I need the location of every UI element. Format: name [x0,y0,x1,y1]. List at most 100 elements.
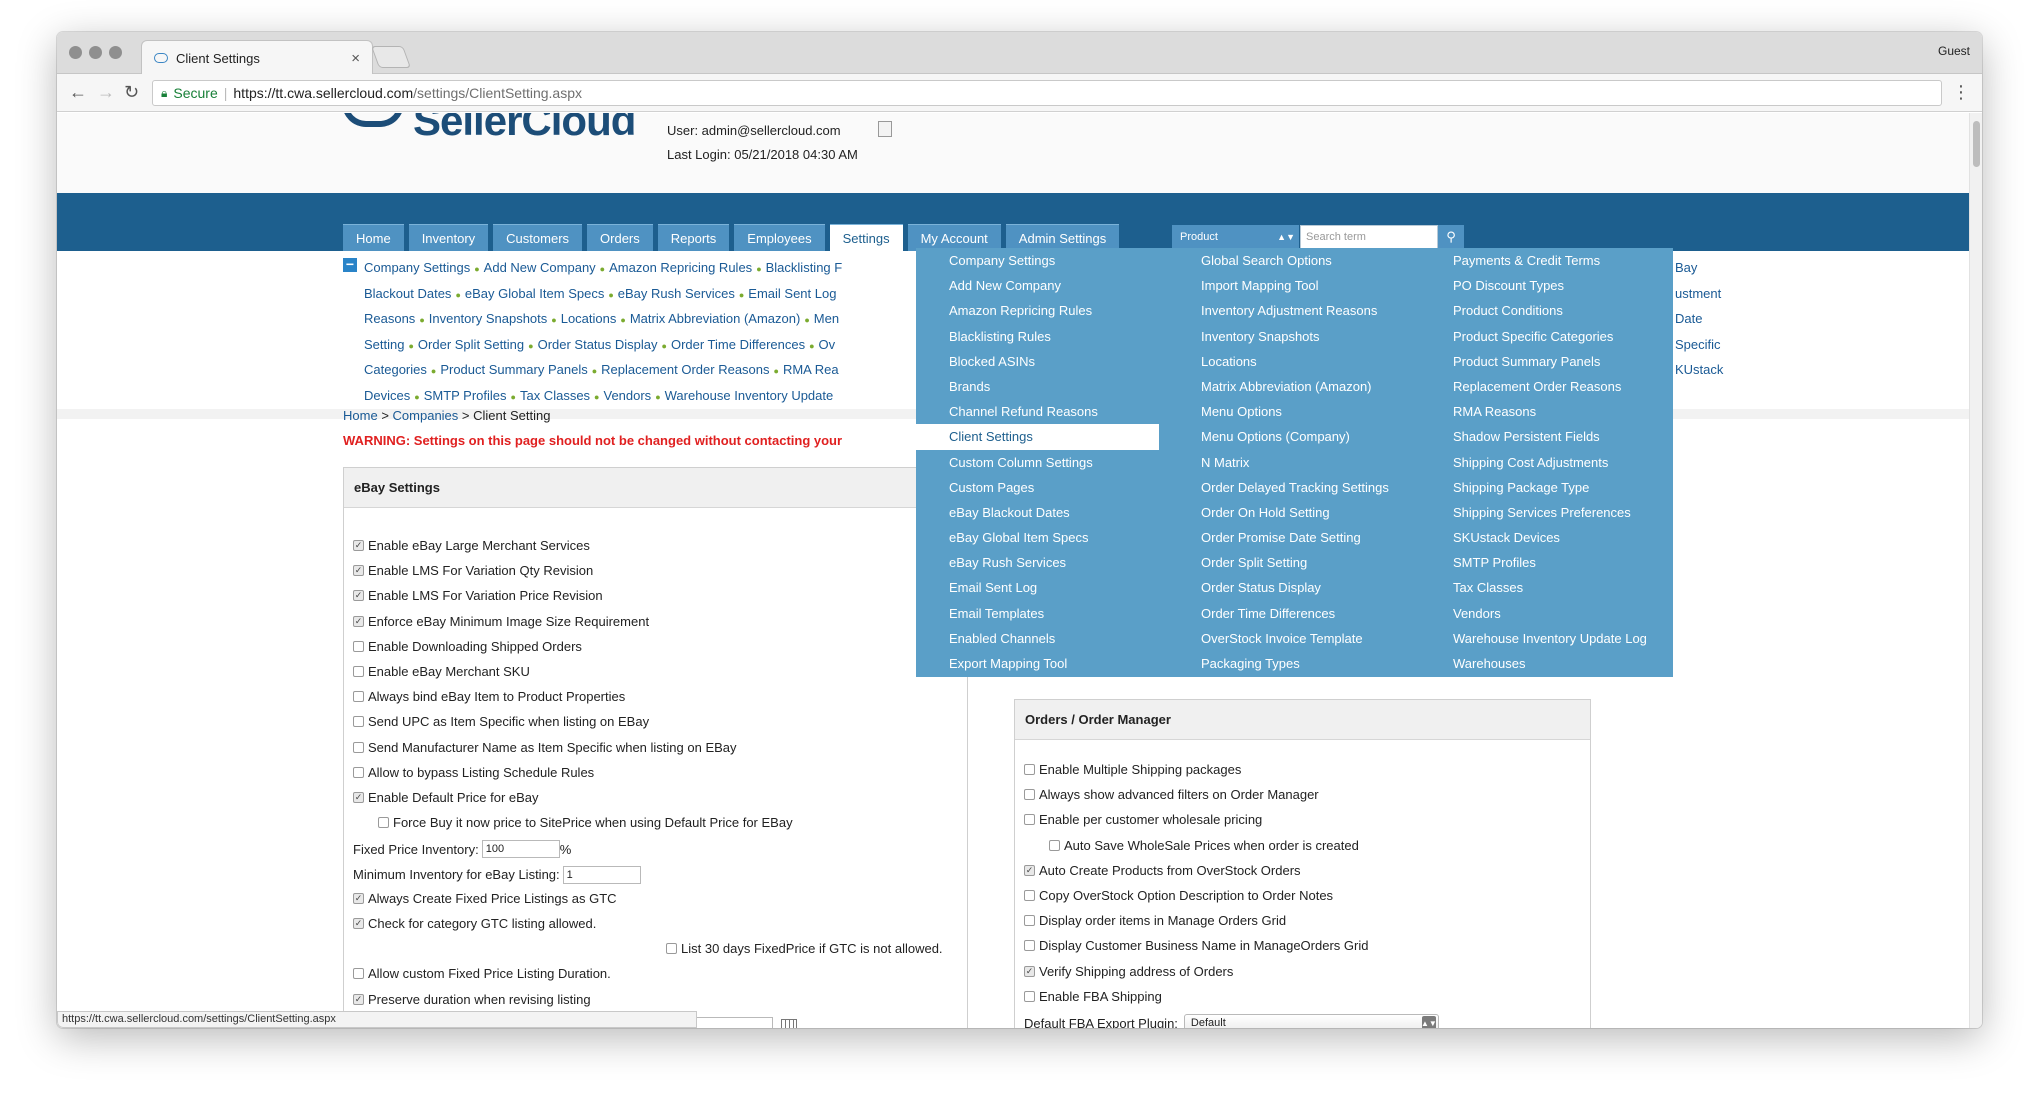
menu-item-custom-pages[interactable]: Custom Pages [916,475,1159,500]
nav-admin-settings[interactable]: Admin Settings [1005,224,1120,251]
checkbox[interactable] [353,792,364,803]
menu-item-export-mapping-tool[interactable]: Export Mapping Tool [916,651,1159,676]
menu-item-channel-refund-reasons[interactable]: Channel Refund Reasons [916,399,1159,424]
address-bar[interactable]: 🔒︎ Secure | https://tt.cwa.sellercloud.c… [152,80,1942,106]
menu-item-ebay-global-item-specs[interactable]: eBay Global Item Specs [916,525,1159,550]
sublink-men[interactable]: Men [814,311,839,326]
menu-item-product-specific-categories[interactable]: Product Specific Categories [1420,324,1663,349]
forward-icon[interactable]: → [97,82,115,103]
menu-item-shipping-cost-adjustments[interactable]: Shipping Cost Adjustments [1420,450,1663,475]
sublink-order-time-differences[interactable]: Order Time Differences [671,337,805,352]
calendar-icon[interactable] [781,1018,798,1028]
checkbox[interactable] [353,918,364,929]
nav-reports[interactable]: Reports [657,224,730,251]
sublink-order-status-display[interactable]: Order Status Display [538,337,658,352]
checkbox[interactable] [353,716,364,728]
checkbox[interactable] [666,943,677,955]
menu-item-tax-classes[interactable]: Tax Classes [1420,575,1663,600]
checkbox[interactable] [1024,965,1035,977]
menu-item-rma-reasons[interactable]: RMA Reasons [1420,399,1663,424]
menu-item-custom-column-settings[interactable]: Custom Column Settings [916,450,1159,475]
menu-item-n-matrix[interactable]: N Matrix [1168,450,1411,475]
fba-plugin-select[interactable]: Default ▲▼ [1183,1014,1439,1028]
nav-employees[interactable]: Employees [734,224,825,251]
menu-item-shadow-persistent-fields[interactable]: Shadow Persistent Fields [1420,424,1663,449]
sublink-reasons[interactable]: Reasons [364,311,415,326]
menu-item-blocked-asins[interactable]: Blocked ASINs [916,349,1159,374]
checkbox[interactable] [353,590,364,602]
sublink-add-new-company[interactable]: Add New Company [484,260,596,275]
menu-item-order-on-hold-setting[interactable]: Order On Hold Setting [1168,500,1411,525]
checkbox[interactable] [353,691,364,703]
menu-item-order-split-setting[interactable]: Order Split Setting [1168,550,1411,575]
sublink-email-sent-log[interactable]: Email Sent Log [748,286,836,301]
sublink-categories[interactable]: Categories [364,362,427,377]
checkbox[interactable] [1024,890,1035,901]
sublink-ebay-global-item-specs[interactable]: eBay Global Item Specs [465,286,604,301]
sublink-order-split-setting[interactable]: Order Split Setting [418,337,524,352]
menu-item-replacement-order-reasons[interactable]: Replacement Order Reasons [1420,374,1663,399]
menu-item-warehouses[interactable]: Warehouses [1420,651,1663,676]
checkbox[interactable] [353,540,364,551]
menu-item-global-search-options[interactable]: Global Search Options [1168,248,1411,273]
menu-item-enabled-channels[interactable]: Enabled Channels [916,626,1159,651]
sublink-vendors[interactable]: Vendors [603,388,651,403]
nav-inventory[interactable]: Inventory [408,224,489,251]
checkbox[interactable] [1024,915,1035,927]
checkbox[interactable] [353,993,364,1005]
menu-item-vendors[interactable]: Vendors [1420,601,1663,626]
sublink-fragment[interactable]: Specific [1675,332,1721,358]
menu-item-packaging-types[interactable]: Packaging Types [1168,651,1411,676]
checkbox[interactable] [1024,864,1035,876]
menu-item-order-time-differences[interactable]: Order Time Differences [1168,601,1411,626]
sublink-blackout-dates[interactable]: Blackout Dates [364,286,451,301]
checkbox[interactable] [1024,789,1035,801]
menu-item-ebay-rush-services[interactable]: eBay Rush Services [916,550,1159,575]
menu-item-blacklisting-rules[interactable]: Blacklisting Rules [916,324,1159,349]
minimize-window-button[interactable] [89,46,102,59]
menu-item-menu-options[interactable]: Menu Options [1168,399,1411,424]
checkbox[interactable] [1024,940,1035,952]
sublink-setting[interactable]: Setting [364,337,404,352]
menu-item-payments-credit-terms[interactable]: Payments & Credit Terms [1420,248,1663,273]
menu-item-warehouse-inventory-update-log[interactable]: Warehouse Inventory Update Log [1420,626,1663,651]
sublink-fragment[interactable]: ustment [1675,281,1721,307]
checkbox[interactable] [353,892,364,904]
maximize-window-button[interactable] [109,46,122,59]
menu-item-po-discount-types[interactable]: PO Discount Types [1420,273,1663,298]
logo[interactable]: SellerCloud [413,113,636,145]
checkbox[interactable] [378,817,389,829]
reload-icon[interactable]: ↻ [124,82,139,103]
menu-item-skustack-devices[interactable]: SKUstack Devices [1420,525,1663,550]
checkbox[interactable] [353,968,364,980]
menu-item-inventory-adjustment-reasons[interactable]: Inventory Adjustment Reasons [1168,298,1411,323]
nav-home[interactable]: Home [343,224,404,251]
back-icon[interactable]: ← [69,82,87,103]
nav-orders[interactable]: Orders [587,224,653,251]
checkbox[interactable] [353,640,364,652]
menu-item-amazon-repricing-rules[interactable]: Amazon Repricing Rules [916,298,1159,323]
search-input[interactable]: Search term [1300,225,1438,249]
menu-item-ebay-blackout-dates[interactable]: eBay Blackout Dates [916,500,1159,525]
sublink-fragment[interactable]: Date [1675,306,1702,332]
menu-item-company-settings[interactable]: Company Settings [916,248,1159,273]
sublink-company-settings[interactable]: Company Settings [364,260,470,275]
menu-item-shipping-package-type[interactable]: Shipping Package Type [1420,475,1663,500]
search-button[interactable]: ⚲ [1438,225,1464,249]
breadcrumb-companies[interactable]: Companies [393,408,459,423]
checkbox[interactable] [353,666,364,677]
checkbox[interactable] [353,615,364,627]
menu-item-smtp-profiles[interactable]: SMTP Profiles [1420,550,1663,575]
menu-item-order-promise-date-setting[interactable]: Order Promise Date Setting [1168,525,1411,550]
scroll-thumb[interactable] [1973,121,1980,167]
sublink-replacement-order-reasons[interactable]: Replacement Order Reasons [601,362,769,377]
menu-item-brands[interactable]: Brands [916,374,1159,399]
checkbox[interactable] [1049,839,1060,851]
checkbox[interactable] [1024,814,1035,826]
menu-item-inventory-snapshots[interactable]: Inventory Snapshots [1168,324,1411,349]
menu-item-product-summary-panels[interactable]: Product Summary Panels [1420,349,1663,374]
menu-item-locations[interactable]: Locations [1168,349,1411,374]
browser-menu-icon[interactable]: ⋮ [1952,82,1970,103]
sublink-fragment[interactable]: Bay [1675,255,1697,281]
menu-item-menu-options-company[interactable]: Menu Options (Company) [1168,424,1411,449]
